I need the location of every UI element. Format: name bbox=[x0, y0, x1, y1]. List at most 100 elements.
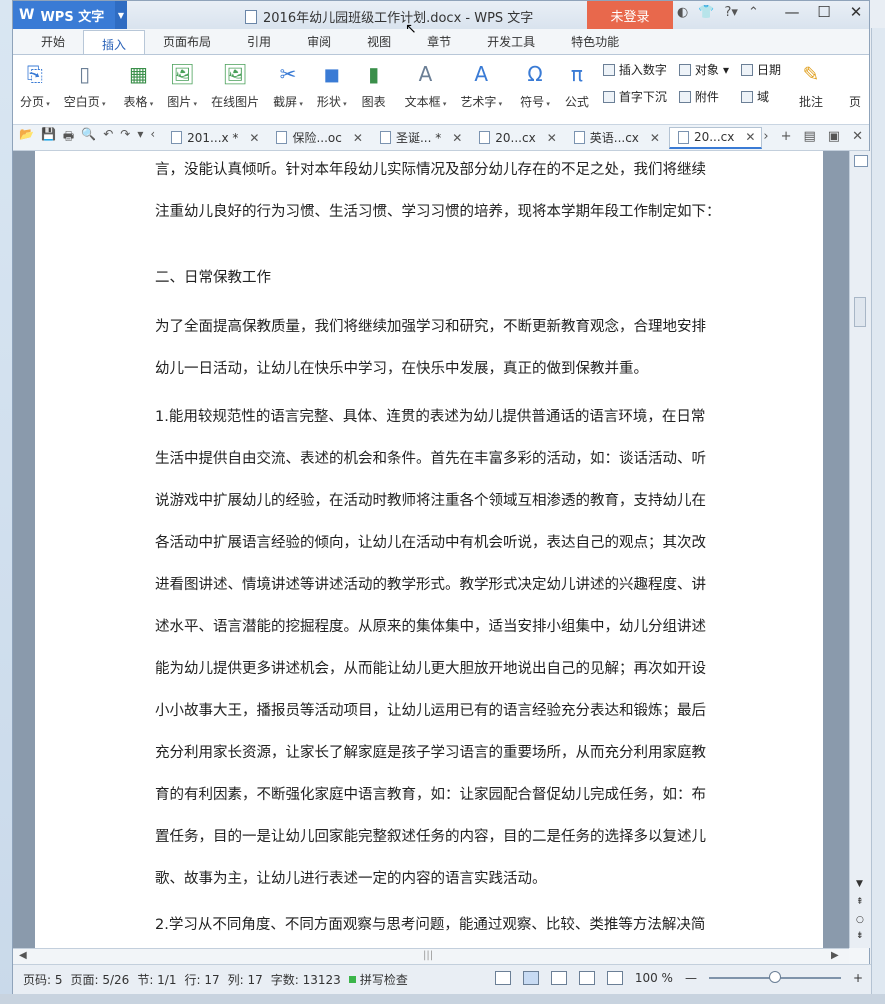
drop-cap-label: 首字下沉 bbox=[618, 90, 667, 104]
doc-tab-label: 英语...cx bbox=[589, 131, 639, 145]
tab-list-icon[interactable]: ▤ bbox=[804, 129, 816, 144]
ribbon-small-group-2: 对象 ▾ 附件 bbox=[678, 61, 729, 105]
menu-tabs: 开始 插入 页面布局 引用 审阅 视图 章节 开发工具 特色功能 bbox=[13, 29, 869, 55]
maximize-icon[interactable]: ☐ bbox=[815, 3, 833, 21]
zoom-slider-knob[interactable] bbox=[768, 971, 781, 983]
scroll-grip-icon[interactable]: ||| bbox=[423, 950, 433, 961]
tab-developer[interactable]: 开发工具 bbox=[469, 33, 553, 54]
page-icon bbox=[842, 61, 868, 87]
table-button[interactable]: ▦ 表格 bbox=[124, 61, 154, 110]
tab-start[interactable]: 开始 bbox=[23, 33, 83, 54]
horizontal-scrollbar[interactable]: ◀ ||| ▶ bbox=[13, 948, 849, 964]
login-button[interactable]: 未登录 bbox=[587, 1, 673, 29]
online-picture-button[interactable]: 🖼 在线图片 bbox=[211, 61, 259, 110]
close-icon[interactable]: ✕ bbox=[452, 131, 462, 145]
next-page-icon[interactable]: ⇟ bbox=[856, 931, 864, 941]
scroll-left-icon[interactable]: ◀ bbox=[19, 950, 27, 961]
tab-insert[interactable]: 插入 bbox=[83, 30, 146, 54]
doc-tab-6-active[interactable]: 20...cx ✕ bbox=[668, 126, 763, 149]
tab-page-layout[interactable]: 页面布局 bbox=[145, 33, 229, 54]
textbox-button[interactable]: A 文本框 bbox=[405, 61, 447, 110]
page-more-button[interactable]: 页 bbox=[842, 61, 868, 110]
ribbon-small-group-3: 日期 域 bbox=[740, 61, 781, 105]
tab-references[interactable]: 引用 bbox=[229, 33, 289, 54]
tab-special[interactable]: 特色功能 bbox=[553, 33, 637, 54]
shirt-icon[interactable]: 👕 bbox=[698, 5, 714, 20]
doc-tab-1[interactable]: 201...x * ✕ bbox=[163, 127, 265, 149]
wordart-button[interactable]: A 艺术字 bbox=[460, 61, 502, 110]
drop-cap-button[interactable]: 首字下沉 bbox=[602, 88, 667, 105]
zoom-in-icon[interactable]: + bbox=[853, 971, 863, 985]
status-pages[interactable]: 页面: 5/26 bbox=[71, 971, 130, 988]
wps-app-menu-button[interactable]: W WPS 文字 ▼ bbox=[13, 1, 127, 29]
doc-tab-3[interactable]: 圣诞... * ✕ bbox=[372, 127, 468, 149]
picture-button[interactable]: 🖼 图片 bbox=[167, 61, 197, 110]
tab-layout-icon[interactable]: ▣ bbox=[828, 129, 840, 144]
blank-page-button[interactable]: ▯ 空白页 bbox=[64, 61, 106, 110]
zoom-slider[interactable] bbox=[708, 971, 841, 983]
panel-toggle-icon[interactable] bbox=[853, 155, 868, 167]
text-line: 2.学习从不同角度、不同方面观察与思考问题，能通过观察、比较、类推等方法解决简 bbox=[155, 917, 706, 933]
date-button[interactable]: 日期 bbox=[740, 61, 781, 78]
close-all-icon[interactable]: ✕ bbox=[852, 129, 863, 144]
save-icon[interactable]: 💾 bbox=[41, 127, 56, 148]
page-view-icon[interactable] bbox=[522, 971, 539, 985]
zoom-level[interactable]: 100 % bbox=[635, 971, 673, 985]
minimize-icon[interactable]: — bbox=[783, 3, 801, 21]
drop-cap-icon bbox=[602, 90, 615, 103]
open-folder-icon[interactable]: 📂 bbox=[19, 127, 34, 148]
undo-icon[interactable]: ↶ bbox=[103, 127, 113, 148]
comment-button[interactable]: ✎ 批注 bbox=[798, 61, 824, 110]
customize-dropdown-icon[interactable]: ▾ bbox=[137, 127, 143, 148]
tab-scroll-left-icon[interactable]: ‹ bbox=[150, 127, 155, 148]
doc-tab-4[interactable]: 20...cx ✕ bbox=[471, 127, 562, 149]
outline-view-icon[interactable] bbox=[550, 971, 567, 985]
tab-view[interactable]: 视图 bbox=[349, 33, 409, 54]
close-icon[interactable]: ✕ bbox=[847, 3, 865, 21]
vertical-scrollbar[interactable]: ▼ ⇞ ○ ⇟ bbox=[854, 173, 868, 941]
full-screen-view-icon[interactable] bbox=[494, 971, 511, 985]
symbol-button[interactable]: Ω 符号 bbox=[520, 61, 550, 110]
zoom-out-icon[interactable]: — bbox=[685, 971, 697, 985]
status-page-number[interactable]: 页码: 5 bbox=[23, 971, 63, 988]
close-icon[interactable]: ✕ bbox=[650, 131, 660, 145]
attachment-button[interactable]: 附件 bbox=[678, 88, 729, 105]
page-break-button[interactable]: ⎘ 分页 bbox=[20, 61, 50, 110]
print-preview-icon[interactable]: 🔍 bbox=[81, 127, 96, 148]
help-icon[interactable]: ?▾ bbox=[725, 5, 738, 20]
tab-review[interactable]: 审阅 bbox=[289, 33, 349, 54]
close-icon[interactable]: ✕ bbox=[249, 131, 259, 145]
text-line: 小小故事大王，播报员等活动项目，让幼儿运用已有的语言经验充分表达和锻炼；最后 bbox=[155, 703, 706, 719]
web-view-icon[interactable] bbox=[578, 971, 595, 985]
field-button[interactable]: 域 bbox=[740, 88, 781, 105]
skin-icon[interactable]: ◐ bbox=[677, 5, 688, 20]
shapes-button[interactable]: ◼ 形状 bbox=[317, 61, 347, 110]
scroll-down-icon[interactable]: ▼ bbox=[856, 879, 863, 889]
spell-check-toggle[interactable]: 拼写检查 bbox=[348, 971, 408, 988]
close-icon[interactable]: ✕ bbox=[547, 131, 557, 145]
collapse-ribbon-icon[interactable]: ⌃ bbox=[748, 5, 759, 20]
scroll-right-icon[interactable]: ▶ bbox=[831, 950, 839, 961]
reading-mode-icon[interactable] bbox=[606, 971, 623, 985]
print-icon[interactable]: 🖶 bbox=[63, 127, 74, 148]
scrollbar-thumb[interactable] bbox=[854, 297, 866, 327]
formula-button[interactable]: π 公式 bbox=[564, 61, 590, 110]
app-logo-label: WPS 文字 bbox=[40, 9, 105, 25]
screenshot-button[interactable]: ✂ 截屏 bbox=[273, 61, 303, 110]
redo-icon[interactable]: ↷ bbox=[120, 127, 130, 148]
doc-tab-5[interactable]: 英语...cx ✕ bbox=[566, 127, 666, 149]
tab-chapter[interactable]: 章节 bbox=[409, 33, 469, 54]
chevron-down-icon[interactable]: ▼ bbox=[115, 1, 127, 29]
object-button[interactable]: 对象 ▾ bbox=[678, 61, 729, 78]
insert-number-button[interactable]: 插入数字 bbox=[602, 61, 667, 78]
doc-tab-2[interactable]: 保险...oc ✕ bbox=[268, 127, 368, 149]
document-page[interactable]: 言，没能认真倾听。针对本年段幼儿实际情况及部分幼儿存在的不足之处，我们将继续 注… bbox=[35, 151, 823, 948]
chart-button[interactable]: ▮ 图表 bbox=[361, 61, 387, 110]
prev-page-icon[interactable]: ⇞ bbox=[856, 897, 864, 907]
new-tab-icon[interactable]: + bbox=[781, 129, 792, 144]
status-word-count[interactable]: 字数: 13123 bbox=[271, 971, 341, 988]
close-icon[interactable]: ✕ bbox=[745, 130, 755, 144]
tab-scroll-right-icon[interactable]: › bbox=[763, 129, 768, 144]
select-browse-icon[interactable]: ○ bbox=[856, 915, 864, 925]
close-icon[interactable]: ✕ bbox=[353, 131, 363, 145]
